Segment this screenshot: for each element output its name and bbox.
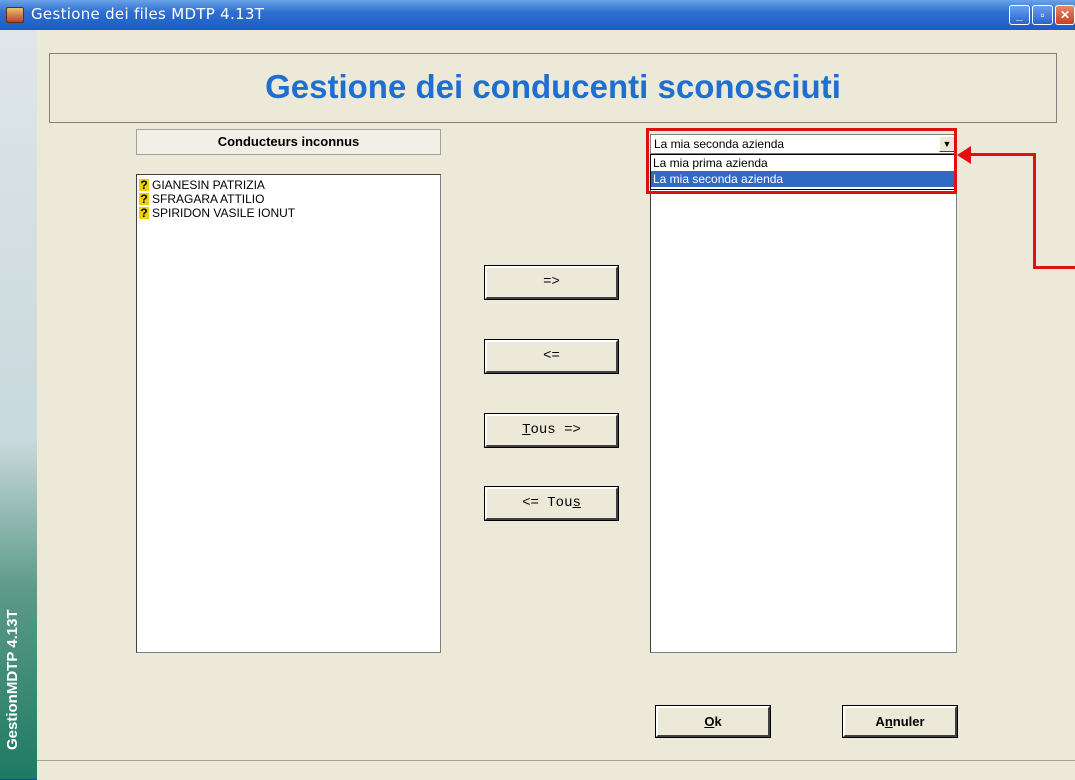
title-bar[interactable]: Gestione dei files MDTP 4.13T _ ▫ ✕	[0, 0, 1075, 30]
main-panel: Gestione dei conducenti sconosciuti Cond…	[37, 30, 1075, 760]
question-icon: ?	[139, 206, 149, 220]
list-item[interactable]: ? SFRAGARA ATTILIO	[139, 192, 438, 206]
annotation-highlight-box	[646, 128, 957, 194]
sidebar-label: GestionMDTP 4.13T	[4, 609, 21, 750]
cancel-button[interactable]: Annuler	[842, 705, 958, 738]
list-item[interactable]: ? GIANESIN PATRIZIA	[139, 178, 438, 192]
driver-name: SPIRIDON VASILE IONUT	[152, 206, 296, 220]
unknown-drivers-list[interactable]: ? GIANESIN PATRIZIA ? SFRAGARA ATTILIO ? SP…	[136, 174, 441, 653]
driver-name: GIANESIN PATRIZIA	[152, 178, 265, 192]
maximize-button[interactable]: ▫	[1032, 5, 1053, 25]
question-icon: ?	[139, 178, 149, 192]
app-icon	[6, 7, 24, 23]
move-all-right-button[interactable]: Tous =>	[484, 413, 619, 448]
move-left-button[interactable]: <=	[484, 339, 619, 374]
close-button[interactable]: ✕	[1055, 5, 1075, 25]
move-all-left-button[interactable]: <= Tous	[484, 486, 619, 521]
sidebar: GestionMDTP 4.13T	[0, 30, 37, 779]
ok-button[interactable]: Ok	[655, 705, 771, 738]
minimize-button[interactable]: _	[1009, 5, 1030, 25]
annotation-arrow-line	[1033, 266, 1075, 269]
annotation-arrow-line	[1033, 153, 1036, 268]
company-drivers-list[interactable]	[650, 158, 957, 653]
annotation-arrow-line	[969, 153, 1035, 156]
driver-name: SFRAGARA ATTILIO	[152, 192, 265, 206]
question-icon: ?	[139, 192, 149, 206]
header-panel: Gestione dei conducenti sconosciuti	[49, 53, 1057, 123]
unknown-drivers-label: Conducteurs inconnus	[136, 129, 441, 155]
window-title: Gestione dei files MDTP 4.13T	[31, 5, 265, 23]
list-item[interactable]: ? SPIRIDON VASILE IONUT	[139, 206, 438, 220]
page-title: Gestione dei conducenti sconosciuti	[265, 68, 841, 105]
move-right-button[interactable]: =>	[484, 265, 619, 300]
status-bar	[37, 760, 1075, 780]
